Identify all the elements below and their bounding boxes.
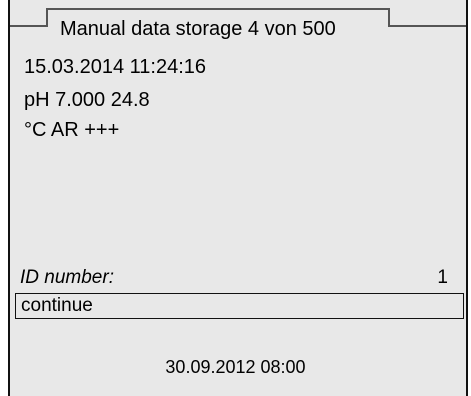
footer-datetime: 30.09.2012 08:00: [165, 357, 306, 377]
device-display: Manual data storage 4 von 500 15.03.2014…: [0, 0, 471, 396]
left-frame-line: [8, 0, 10, 396]
id-number-value[interactable]: 1: [437, 266, 448, 290]
record-datetime: 15.03.2014 11:24:16: [24, 56, 207, 78]
title-divider-right: [390, 25, 466, 27]
title-divider-left: [10, 25, 46, 27]
continue-label: continue: [21, 295, 93, 316]
record-unit-status: °C AR +++: [24, 119, 120, 141]
page-title: Manual data storage 4 von 500: [60, 18, 336, 40]
id-number-label: ID number:: [20, 267, 114, 288]
right-frame-line: [466, 0, 468, 396]
record-measurement: pH 7.000 24.8: [24, 89, 150, 111]
continue-button[interactable]: continue: [15, 293, 464, 319]
